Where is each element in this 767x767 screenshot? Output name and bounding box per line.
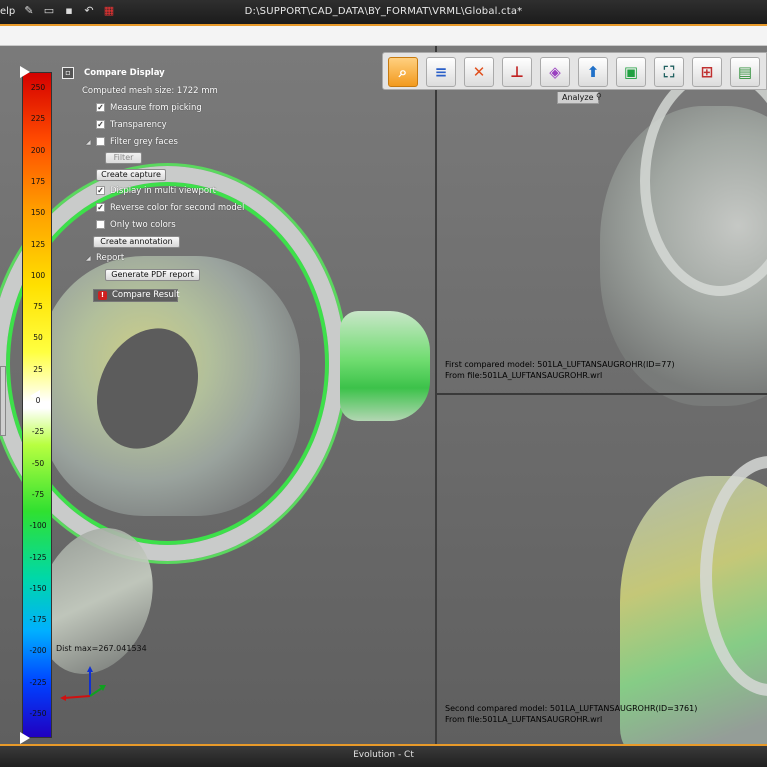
measure-icon[interactable]: ⊥ — [502, 57, 532, 87]
transparency-checkbox[interactable]: ✓ — [96, 120, 105, 129]
scale-tick-label: 200 — [30, 145, 46, 155]
panel-collapse-handle[interactable] — [0, 366, 6, 436]
scale-tick-label: -250 — [29, 709, 47, 718]
expand-triangle-icon[interactable]: ◢ — [86, 255, 94, 262]
transparency-label: Transparency — [110, 120, 167, 130]
filter-button[interactable]: Filter — [105, 152, 142, 164]
annotation-pencil-icon[interactable]: ≡ — [426, 57, 456, 87]
measure-picking-checkbox[interactable]: ✓ — [96, 103, 105, 112]
filter-grey-label: Filter grey faces — [110, 137, 178, 147]
status-bar: Evolution - Ct — [0, 746, 767, 767]
measure-picking-label: Measure from picking — [110, 103, 202, 113]
scale-tick-label: -50 — [31, 458, 45, 468]
ribbon-bar — [0, 26, 767, 46]
second-model-label: Second compared model: 501LA_LUFTANSAUGR… — [445, 704, 698, 713]
generate-pdf-button[interactable]: Generate PDF report — [105, 269, 200, 281]
analyze-magnifier-icon[interactable]: ⌕ — [388, 57, 418, 87]
export-upload-icon[interactable]: ⬆ — [578, 57, 608, 87]
viewport-splitter-vertical[interactable] — [435, 46, 437, 744]
measure-picking-option[interactable]: ✓ Measure from picking — [96, 103, 202, 117]
main-model-pipe — [340, 311, 430, 421]
scale-tick-label: -175 — [29, 615, 47, 625]
frame-select-icon[interactable]: ▣ — [616, 57, 646, 87]
fit-all-icon[interactable]: ⛶ — [654, 57, 684, 87]
section-view-icon[interactable]: ⊞ — [692, 57, 722, 87]
dist-max-label: Dist max=267.041534 — [56, 644, 147, 653]
scale-min-handle[interactable] — [20, 732, 30, 744]
scale-tick-label: 125 — [30, 239, 46, 249]
scale-tick-label: -200 — [29, 646, 47, 656]
color-scale: 250 225 200 175 150 125 100 75 50 25 0 -25 -50 -75 -10… — [20, 66, 52, 744]
tools-cross-icon[interactable]: ✕ — [464, 57, 494, 87]
create-annotation-button[interactable]: Create annotation — [93, 236, 180, 248]
multi-viewport-label: Display in multi viewport — [110, 186, 216, 196]
scale-tick-label: -25 — [31, 427, 45, 437]
reverse-color-label: Reverse color for second model — [110, 203, 245, 213]
create-capture-button[interactable]: Create capture — [96, 169, 166, 181]
axis-triad-icon — [60, 666, 106, 701]
panel-title: Compare Display — [84, 68, 165, 78]
scale-tick-label: 25 — [33, 364, 43, 374]
scale-tick-label: -100 — [29, 521, 47, 531]
app-window: elp ✎ ▭ ▪ ↶ ▦ D:\SUPPORT\CAD_DATA\BY_FOR… — [0, 0, 767, 767]
expand-triangle-icon[interactable]: ◢ — [86, 139, 94, 146]
report-label: Report — [96, 253, 125, 263]
two-colors-option[interactable]: Only two colors — [96, 220, 176, 234]
scale-tick-label: 50 — [33, 333, 43, 343]
reverse-color-option[interactable]: ✓ Reverse color for second model — [96, 203, 244, 217]
two-colors-label: Only two colors — [110, 220, 176, 230]
scale-tick-label: 0 — [35, 396, 41, 405]
scale-tick-label: 150 — [30, 208, 46, 218]
compare-result-label: Compare Result — [112, 290, 180, 300]
scale-tick-label: -75 — [31, 489, 45, 499]
filter-grey-option[interactable]: ◢ Filter grey faces — [86, 137, 178, 151]
multi-viewport-option[interactable]: ✓ Display in multi viewport — [96, 186, 216, 200]
first-model-file: From file:501LA_LUFTANSAUGROHR.wrl — [445, 371, 603, 380]
pin-icon[interactable]: ⚲ — [596, 92, 602, 101]
multi-viewport-checkbox[interactable]: ✓ — [96, 186, 105, 195]
second-model-file: From file:501LA_LUFTANSAUGROHR.wrl — [445, 715, 603, 724]
title-bar: elp ✎ ▭ ▪ ↶ ▦ D:\SUPPORT\CAD_DATA\BY_FOR… — [0, 0, 767, 24]
transform-cube-icon[interactable]: ◈ — [540, 57, 570, 87]
transparency-option[interactable]: ✓ Transparency — [96, 120, 167, 134]
scale-tick-label: -225 — [29, 677, 47, 687]
toolbox-icon[interactable]: ▤ — [730, 57, 760, 87]
viewport-splitter-horizontal[interactable] — [437, 393, 767, 395]
reverse-color-checkbox[interactable]: ✓ — [96, 203, 105, 212]
filter-grey-checkbox[interactable] — [96, 137, 105, 146]
two-colors-checkbox[interactable] — [96, 220, 105, 229]
viewport-area[interactable]: 250 225 200 175 150 125 100 75 50 25 0 -25 -50 -75 -10… — [0, 46, 767, 744]
collapse-icon[interactable]: ▫ — [62, 67, 74, 79]
warning-icon: ! — [98, 291, 107, 300]
mesh-size-label: Computed mesh size: 1722 mm — [82, 86, 218, 96]
scale-tick-label: -150 — [29, 583, 47, 593]
scale-tick-label: 75 — [33, 302, 43, 312]
compare-result-item[interactable]: ! Compare Result — [93, 289, 180, 302]
tab-analyze[interactable]: Analyze — [557, 92, 599, 104]
analyze-toolbar: ⌕ ≡ ✕ ⊥ ◈ ⬆ ▣ ⛶ ⊞ ▤ — [382, 52, 767, 90]
report-section[interactable]: ◢ Report — [86, 253, 124, 267]
first-model-label: First compared model: 501LA_LUFTANSAUGRO… — [445, 360, 675, 369]
compare-display-panel: ▫ Compare Display Computed mesh size: 17… — [62, 64, 252, 309]
scale-tick-label: -125 — [29, 552, 47, 562]
color-scale-bar — [22, 72, 52, 738]
scale-tick-label: 100 — [30, 270, 46, 280]
scale-tick-label: 250 — [30, 83, 46, 92]
window-title: D:\SUPPORT\CAD_DATA\BY_FORMAT\VRML\Globa… — [244, 6, 523, 17]
scale-tick-label: 175 — [30, 176, 46, 186]
scale-max-handle[interactable] — [20, 66, 30, 78]
scale-tick-label: 225 — [30, 114, 46, 124]
